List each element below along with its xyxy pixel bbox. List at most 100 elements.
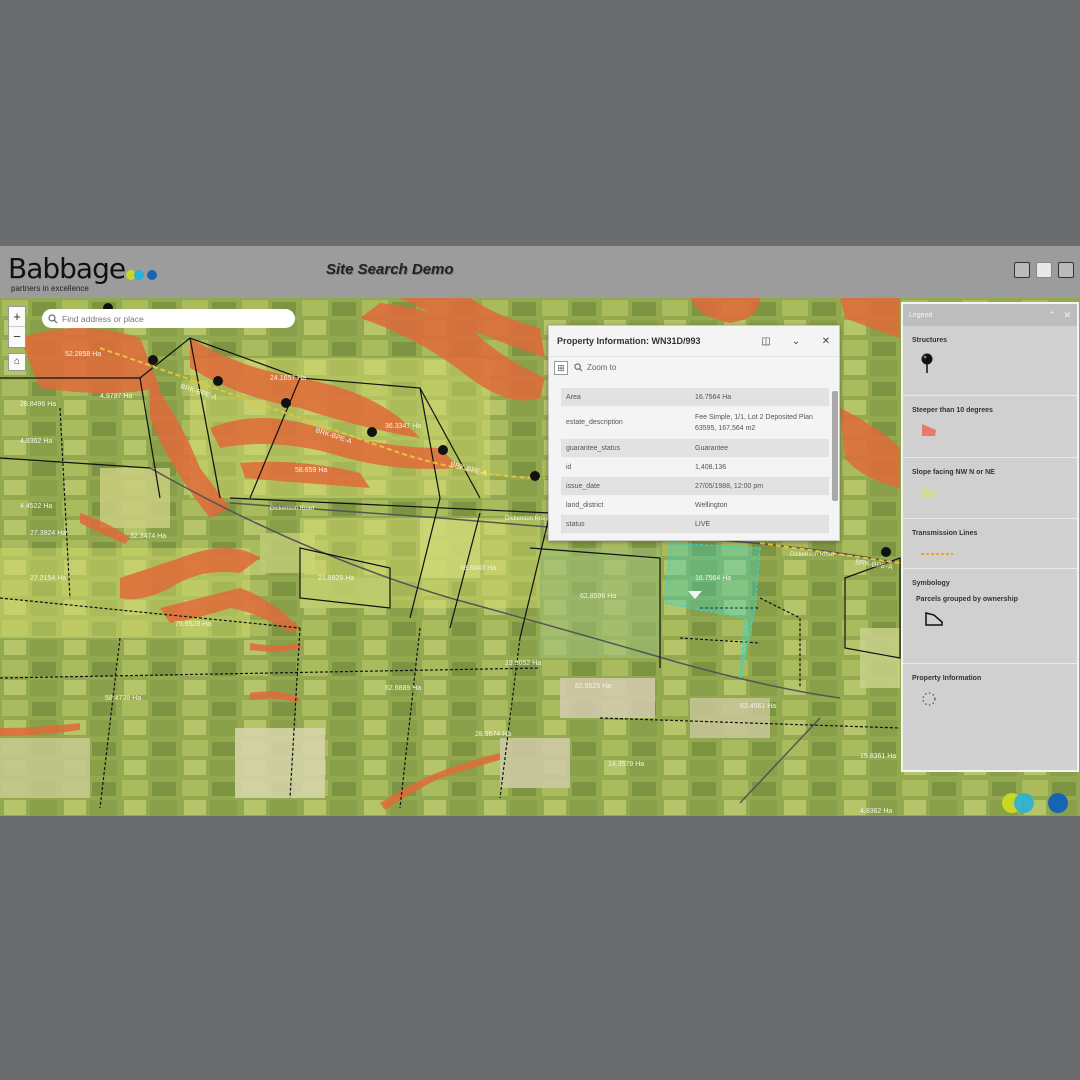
parcel-area-label: 36.3347 Ha — [385, 423, 421, 430]
structure-pin-icon[interactable] — [281, 398, 291, 408]
structure-pin-icon[interactable] — [148, 355, 158, 365]
structure-pin-icon[interactable] — [530, 471, 540, 481]
home-button[interactable]: ⌂ — [8, 353, 26, 371]
parcel-area-label: 63.4561 Ha — [740, 703, 776, 710]
expand-icon[interactable]: ⌃ — [1048, 310, 1056, 321]
scroll-thumb[interactable] — [832, 391, 838, 501]
parcel-outline-icon — [925, 612, 943, 626]
popup-toolbar: ⊞ Zoom to — [549, 356, 839, 378]
attribute-key: estate_description — [566, 419, 623, 426]
legend-item-subtitle: Parcels grouped by ownership — [916, 596, 1018, 603]
attribute-value: Guarantee — [695, 444, 729, 452]
parcel-area-label: 15.8361 Ha — [860, 753, 896, 760]
babbage-logo[interactable]: Babbage partners in excellence — [8, 254, 168, 296]
parcel-area-label: 82.8525 Ha — [575, 683, 611, 690]
structure-pin-icon[interactable] — [367, 427, 377, 437]
dotted-circle-icon — [922, 692, 936, 706]
table-row: Area 16.7564 Ha — [561, 388, 829, 407]
parcel-area-label: 27.3924 Ha — [30, 530, 66, 537]
layers-icon[interactable] — [1036, 262, 1052, 278]
attribute-key: Area — [566, 393, 581, 401]
dashed-line-icon — [921, 553, 953, 555]
corner-logo-icon — [1002, 793, 1068, 813]
legend-panel: Legend ⌃ ✕ Structures Steeper than 10 de… — [901, 302, 1079, 772]
structure-pin-icon[interactable] — [213, 376, 223, 386]
legend-item-property-information: Property Information — [903, 664, 1077, 713]
search-input[interactable] — [62, 313, 272, 324]
popup-header: Property Information: WN31D/993 ◫ ⌄ ✕ — [549, 326, 839, 356]
attribute-key: issue_date — [566, 482, 600, 490]
header-toolbar — [1014, 262, 1074, 278]
legend-item-slope-facing-nw-n-ne: Slope facing NW N or NE — [903, 458, 1077, 519]
parcel-area-label: 28.8496 Ha — [20, 401, 56, 408]
parcel-area-label: 27.2154 Ha — [30, 575, 66, 582]
table-row: id 1,408,136 — [561, 458, 829, 477]
structure-pin-icon[interactable] — [881, 547, 891, 557]
attribute-value: 16.7564 Ha — [695, 393, 732, 401]
feature-menu-icon[interactable]: ⊞ — [554, 360, 568, 375]
table-row: land_district Wellington — [561, 496, 829, 515]
parcel-area-label: 32.3474 Ha — [130, 533, 166, 540]
collapse-icon[interactable]: ⌄ — [791, 336, 801, 347]
attribute-key: status — [566, 520, 585, 528]
legend-header: Legend ⌃ ✕ — [903, 304, 1077, 326]
parcel-area-label: 14.3579 Ha — [608, 761, 644, 768]
close-icon[interactable]: ✕ — [821, 336, 831, 347]
legend-item-title: Slope facing NW N or NE — [912, 469, 995, 476]
search-bar — [42, 309, 295, 328]
attribute-key: id — [566, 463, 572, 471]
app-window: Babbage partners in excellence Site Sear… — [0, 246, 1080, 816]
parcel-area-label: 28.9574 Ha — [475, 731, 511, 738]
zoom-to-icon — [574, 363, 583, 372]
attribute-value: LIVE — [695, 520, 711, 528]
structure-pin-icon[interactable] — [438, 445, 448, 455]
legend-item-title: Symbology — [912, 580, 950, 587]
table-row: status LIVE — [561, 515, 829, 534]
legend-item-symbology: Symbology Parcels grouped by ownership — [903, 569, 1077, 664]
parcel-area-label: 21.9929 Ha — [318, 575, 354, 582]
logo-dots-icon — [126, 270, 157, 280]
basemap-icon[interactable] — [1014, 262, 1030, 278]
attribute-table: Area 16.7564 Ha estate_description Fee Sim… — [561, 388, 829, 538]
zoom-to-label: Zoom to — [587, 363, 617, 372]
property-info-popup: Property Information: WN31D/993 ◫ ⌄ ✕ ⊞ … — [548, 325, 840, 541]
attribute-value: 27/05/1988, 12:00 pm — [695, 482, 764, 490]
parcel-area-label: 75.6528 Ha — [175, 621, 211, 628]
polygon-red-icon — [922, 424, 936, 436]
parcel-area-label: 4.9797 Ha — [100, 393, 132, 400]
legend-item-title: Structures — [912, 337, 948, 344]
zoom-in-button[interactable]: + — [9, 307, 25, 327]
parcel-area-label: 4.8362 Ha — [860, 808, 892, 815]
app-title: Site Search Demo — [326, 261, 454, 278]
zoom-control: + − — [8, 306, 26, 348]
road-label: Dickenson Road — [505, 516, 549, 522]
polygon-yellow-icon — [922, 486, 936, 498]
legend-item-title: Property Information — [912, 675, 982, 682]
road-label: Dickenson Road — [270, 506, 314, 512]
parcel-area-label: 24.1657 Ha — [270, 375, 306, 382]
attribute-value: Fee Simple, 1/1, Lot 2 Deposited Plan 63… — [695, 413, 813, 432]
popup-scrollbar[interactable] — [831, 388, 839, 540]
table-row: estate_description Fee Simple, 1/1, Lot 2… — [561, 407, 829, 439]
parcel-area-label: 58.4738 Ha — [105, 695, 141, 702]
dock-icon[interactable]: ◫ — [761, 336, 771, 347]
search-icon[interactable] — [48, 313, 58, 324]
grid-icon[interactable] — [1058, 262, 1074, 278]
parcel-area-label: 4.8362 Ha — [20, 438, 52, 445]
legend-title: Legend — [909, 311, 933, 319]
parcel-area-label: 62.6889 Ha — [385, 685, 421, 692]
app-header: Babbage partners in excellence Site Sear… — [0, 246, 1080, 298]
zoom-to-button[interactable]: Zoom to — [574, 363, 616, 372]
parcel-area-label: 58.659 Ha — [295, 467, 327, 474]
parcel-area-label: 52.2858 Ha — [65, 351, 101, 358]
attribute-value: Wellington — [695, 501, 728, 509]
legend-item-steeper-than-10-degrees: Steeper than 10 degrees — [903, 396, 1077, 458]
table-row: issue_date 27/05/1988, 12:00 pm — [561, 477, 829, 496]
logo-tagline: partners in excellence — [11, 284, 89, 293]
parcel-area-label: 4.4522 Ha — [20, 503, 52, 510]
zoom-out-button[interactable]: − — [9, 327, 25, 347]
parcel-area-label: 62.8596 Ha — [580, 593, 616, 600]
legend-item-title: Transmission Lines — [912, 530, 978, 537]
close-icon[interactable]: ✕ — [1063, 310, 1071, 321]
parcel-area-label: 16.7564 Ha — [695, 575, 731, 582]
